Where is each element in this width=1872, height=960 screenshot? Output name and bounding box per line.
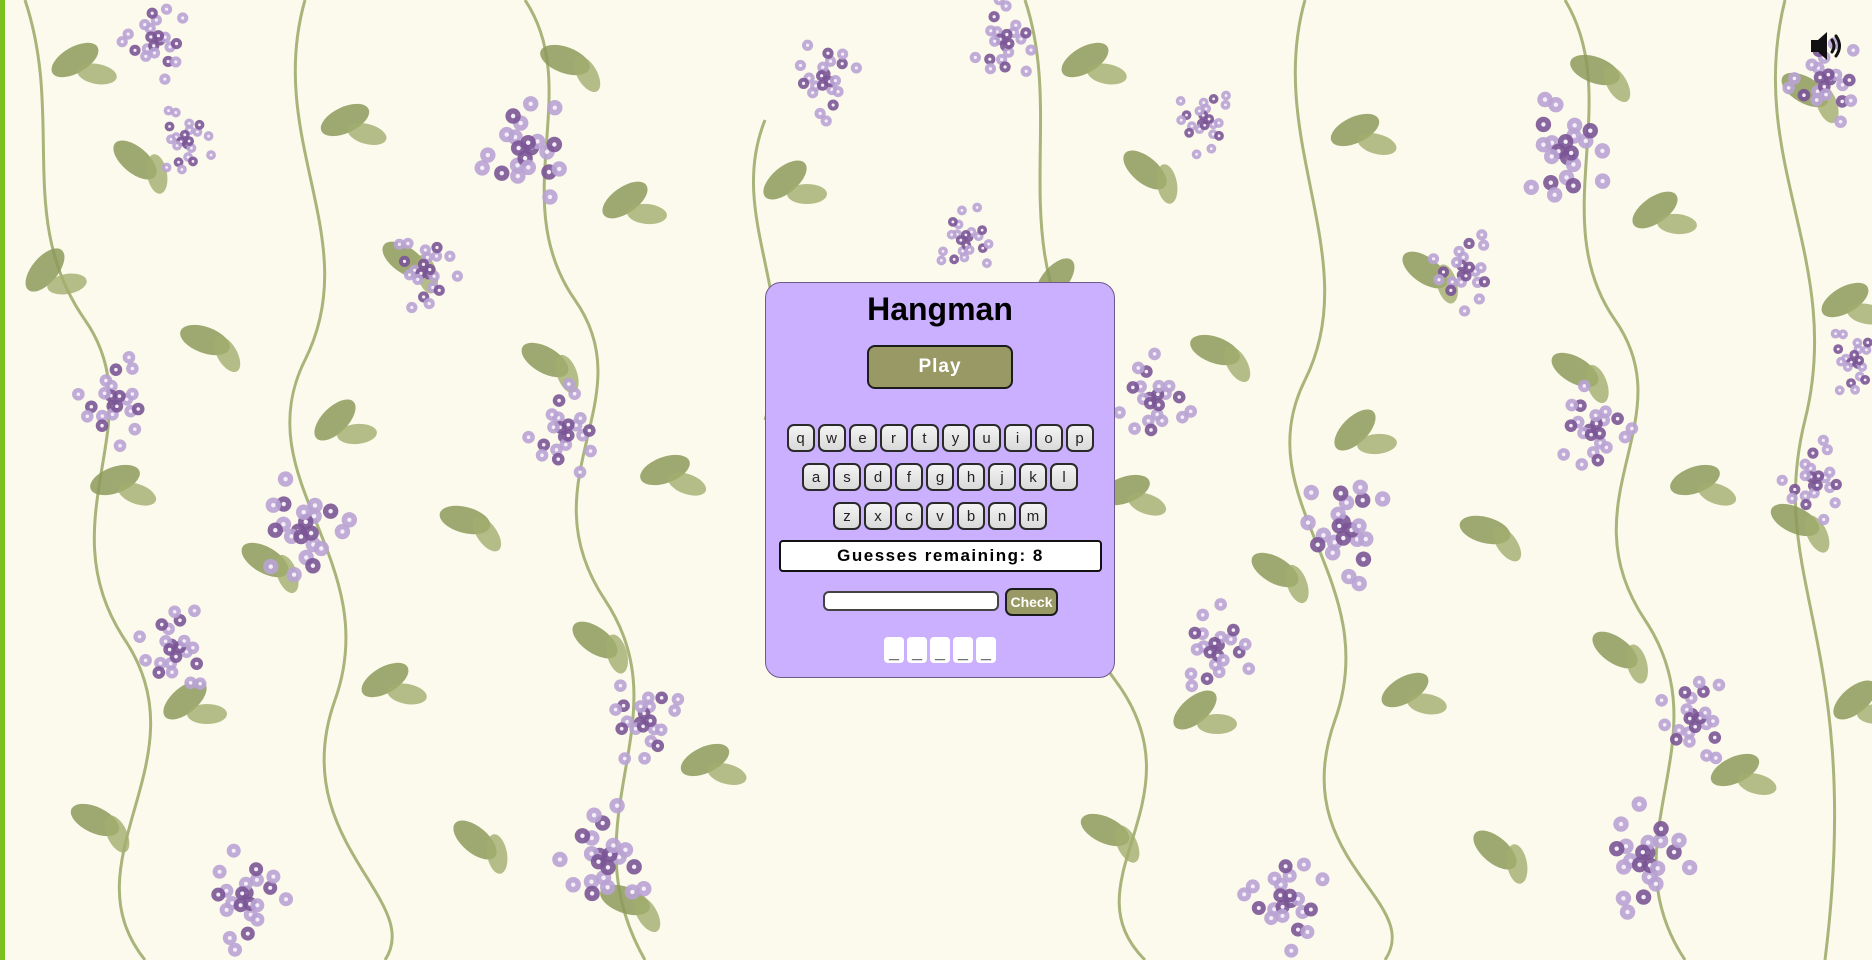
- letter-slot: _: [976, 637, 996, 663]
- letter-key[interactable]: n: [988, 502, 1016, 530]
- letter-key[interactable]: x: [864, 502, 892, 530]
- keyboard-row-1: q w e r t y u i o p: [766, 424, 1114, 452]
- letter-key[interactable]: v: [926, 502, 954, 530]
- letter-key[interactable]: w: [817, 424, 846, 452]
- letter-key[interactable]: t: [910, 424, 939, 452]
- letter-key[interactable]: r: [879, 424, 908, 452]
- letter-key[interactable]: z: [833, 502, 861, 530]
- letter-key[interactable]: u: [972, 424, 1001, 452]
- keyboard-row-3: z x c v b n m: [766, 502, 1114, 530]
- letter-key[interactable]: y: [941, 424, 970, 452]
- game-title: Hangman: [867, 291, 1013, 327]
- letter-key[interactable]: s: [833, 463, 861, 491]
- letter-key[interactable]: d: [864, 463, 892, 491]
- word-guess-input[interactable]: [823, 591, 999, 611]
- keyboard-row-2: a s d f g h j k l: [766, 463, 1114, 491]
- letter-key[interactable]: m: [1019, 502, 1047, 530]
- letter-key[interactable]: l: [1050, 463, 1078, 491]
- letter-key[interactable]: q: [786, 424, 815, 452]
- letter-key[interactable]: f: [895, 463, 923, 491]
- letter-key[interactable]: k: [1019, 463, 1047, 491]
- letter-key[interactable]: j: [988, 463, 1016, 491]
- letter-key[interactable]: a: [802, 463, 830, 491]
- letter-slot: _: [907, 637, 927, 663]
- letter-key[interactable]: p: [1065, 424, 1094, 452]
- play-button[interactable]: Play: [867, 345, 1013, 389]
- letter-key[interactable]: h: [957, 463, 985, 491]
- word-slots: _ _ _ _ _: [766, 637, 1114, 663]
- letter-slot: _: [953, 637, 973, 663]
- letter-key[interactable]: o: [1034, 424, 1063, 452]
- check-button[interactable]: Check: [1005, 588, 1058, 616]
- speaker-volume-icon: [1811, 32, 1841, 60]
- letter-key[interactable]: g: [926, 463, 954, 491]
- sound-toggle-button[interactable]: [1808, 28, 1846, 64]
- letter-key[interactable]: b: [957, 502, 985, 530]
- letter-key[interactable]: c: [895, 502, 923, 530]
- hangman-panel: Hangman Play q w e r t y u i o p a s d f…: [765, 282, 1115, 678]
- letter-key[interactable]: i: [1003, 424, 1032, 452]
- letter-slot: _: [930, 637, 950, 663]
- letter-slot: _: [884, 637, 904, 663]
- guesses-remaining-display: Guesses remaining: 8: [779, 540, 1102, 572]
- letter-key[interactable]: e: [848, 424, 877, 452]
